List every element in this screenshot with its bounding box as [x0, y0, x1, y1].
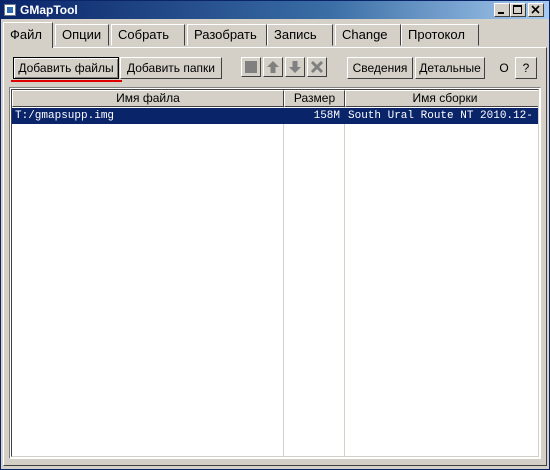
- tab-file[interactable]: Файл: [3, 22, 53, 48]
- column-header-build[interactable]: Имя сборки: [345, 90, 538, 107]
- tab-log[interactable]: Протокол: [401, 24, 479, 46]
- tab-build[interactable]: Собрать: [111, 24, 185, 46]
- info-button[interactable]: Сведения: [347, 57, 413, 79]
- cell-size: 158M: [313, 110, 340, 122]
- table-row[interactable]: T:/gmapsupp.img 158M South Ural Route NT…: [12, 108, 538, 124]
- stop-icon: [245, 61, 257, 73]
- arrow-down-icon: [289, 61, 301, 73]
- o-label: O: [499, 61, 509, 75]
- help-button[interactable]: ?: [515, 57, 537, 79]
- stop-button[interactable]: [241, 57, 261, 77]
- window-title: GMapTool: [20, 3, 78, 17]
- arrow-up-icon: [267, 61, 279, 73]
- title-bar[interactable]: GMapTool: [1, 1, 549, 19]
- column-header-size[interactable]: Размер: [284, 90, 345, 107]
- tab-write[interactable]: Запись: [267, 24, 333, 46]
- tab-bar: Файл Опции Собрать Разобрать Запись Chan…: [1, 22, 549, 48]
- tab-change[interactable]: Change: [335, 24, 401, 46]
- add-files-button[interactable]: Добавить файлы: [13, 57, 119, 79]
- move-down-button[interactable]: [285, 57, 305, 77]
- cell-filename: T:/gmapsupp.img: [15, 110, 115, 122]
- add-folders-button[interactable]: Добавить папки: [120, 57, 222, 79]
- maximize-button[interactable]: [510, 3, 526, 17]
- column-divider: [344, 107, 345, 456]
- close-button[interactable]: [528, 3, 544, 17]
- minimize-icon: [498, 12, 504, 14]
- main-window: GMapTool Файл Опции Собрать Разобрать За…: [0, 0, 550, 470]
- cell-build: South Ural Route NT 2010.12-: [348, 110, 533, 122]
- details-button[interactable]: Детальные: [415, 57, 485, 79]
- file-list[interactable]: Имя файла Размер Имя сборки T:/gmapsupp.…: [9, 87, 541, 459]
- column-divider: [283, 107, 284, 456]
- delete-x-icon: [310, 60, 324, 74]
- tab-split[interactable]: Разобрать: [187, 24, 267, 46]
- app-icon: [4, 4, 16, 16]
- highlight-underline: [11, 80, 122, 82]
- tab-options[interactable]: Опции: [55, 24, 109, 46]
- move-up-button[interactable]: [263, 57, 283, 77]
- minimize-button[interactable]: [494, 3, 510, 17]
- maximize-icon: [513, 5, 522, 14]
- column-header-filename[interactable]: Имя файла: [12, 90, 284, 107]
- remove-button[interactable]: [307, 57, 327, 77]
- close-icon: [531, 5, 540, 14]
